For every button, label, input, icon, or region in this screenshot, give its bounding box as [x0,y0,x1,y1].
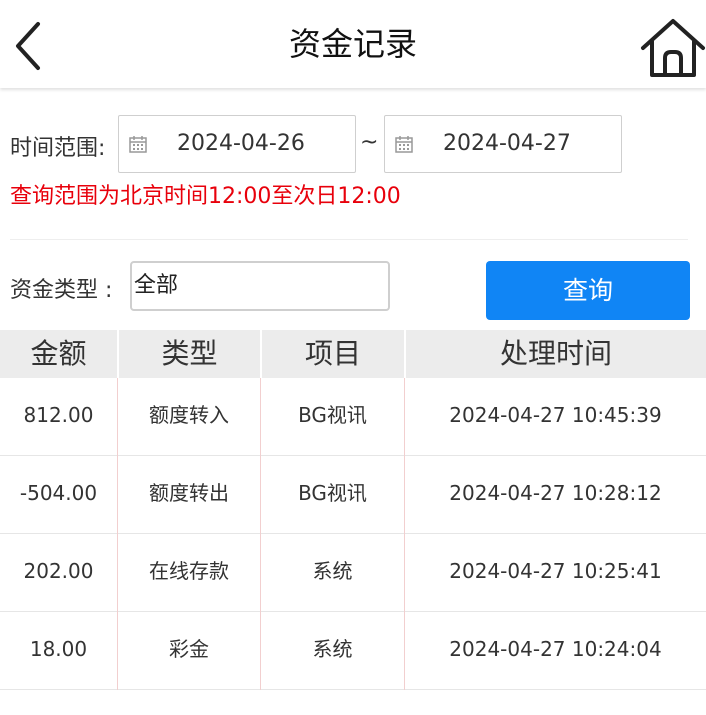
cell-time: 2024-04-27 10:24:04 [449,637,662,661]
cell-type: 彩金 [169,637,209,661]
table-header: 金额 类型 项目 处理时间 [0,330,706,378]
cell-amount: -504.00 [19,481,98,505]
chevron-left-icon [16,22,40,70]
home-button[interactable] [640,16,706,78]
column-header-item: 项目 [304,337,361,370]
home-icon [641,19,705,77]
column-separator [404,378,405,690]
column-separator [117,378,118,690]
table-row[interactable]: -504.00 额度转出 BG视讯 2024-04-27 10:28:12 [0,456,706,534]
start-date-input[interactable]: 2024-04-26 [118,115,356,173]
end-date-value: 2024-04-27 [443,131,571,156]
calendar-icon [395,136,413,153]
cell-time: 2024-04-27 10:45:39 [449,403,662,427]
cell-amount: 18.00 [29,637,88,661]
top-bar: 资金记录 [0,0,706,88]
column-header-amount: 金额 [30,337,87,370]
cell-item: BG视讯 [298,403,367,427]
cell-amount: 812.00 [23,403,94,427]
cell-type: 在线存款 [149,559,229,583]
fund-type-label: 资金类型 : [10,278,113,303]
column-header-time: 处理时间 [499,337,612,370]
divider [10,239,688,240]
cell-item: 系统 [312,637,353,661]
back-button[interactable] [8,18,52,74]
cell-type: 额度转出 [149,481,229,505]
calendar-icon [129,136,147,153]
query-range-note: 查询范围为北京时间12:00至次日12:00 [10,184,401,209]
end-date-input[interactable]: 2024-04-27 [384,115,622,173]
page-title: 资金记录 [288,25,417,63]
query-button[interactable]: 查询 [486,261,690,320]
date-separator: ~ [360,130,379,155]
table-row[interactable]: 812.00 额度转入 BG视讯 2024-04-27 10:45:39 [0,378,706,456]
filter-panel: 时间范围: 2024-04-26 ~ 2024-04-27 查询范围为北京时间1… [0,88,706,330]
cell-time: 2024-04-27 10:25:41 [449,559,662,583]
column-header-type: 类型 [161,337,218,370]
records-table: 812.00 额度转入 BG视讯 2024-04-27 10:45:39 -50… [0,378,706,690]
time-range-label: 时间范围: [10,136,106,161]
cell-amount: 202.00 [23,559,94,583]
cell-item: 系统 [312,559,353,583]
cell-item: BG视讯 [298,481,367,505]
table-row[interactable]: 18.00 彩金 系统 2024-04-27 10:24:04 [0,612,706,690]
cell-time: 2024-04-27 10:28:12 [449,481,662,505]
column-separator [260,378,261,690]
start-date-value: 2024-04-26 [177,131,305,156]
fund-type-select[interactable]: 全部 [130,261,390,311]
table-row[interactable]: 202.00 在线存款 系统 2024-04-27 10:25:41 [0,534,706,612]
cell-type: 额度转入 [149,403,229,427]
